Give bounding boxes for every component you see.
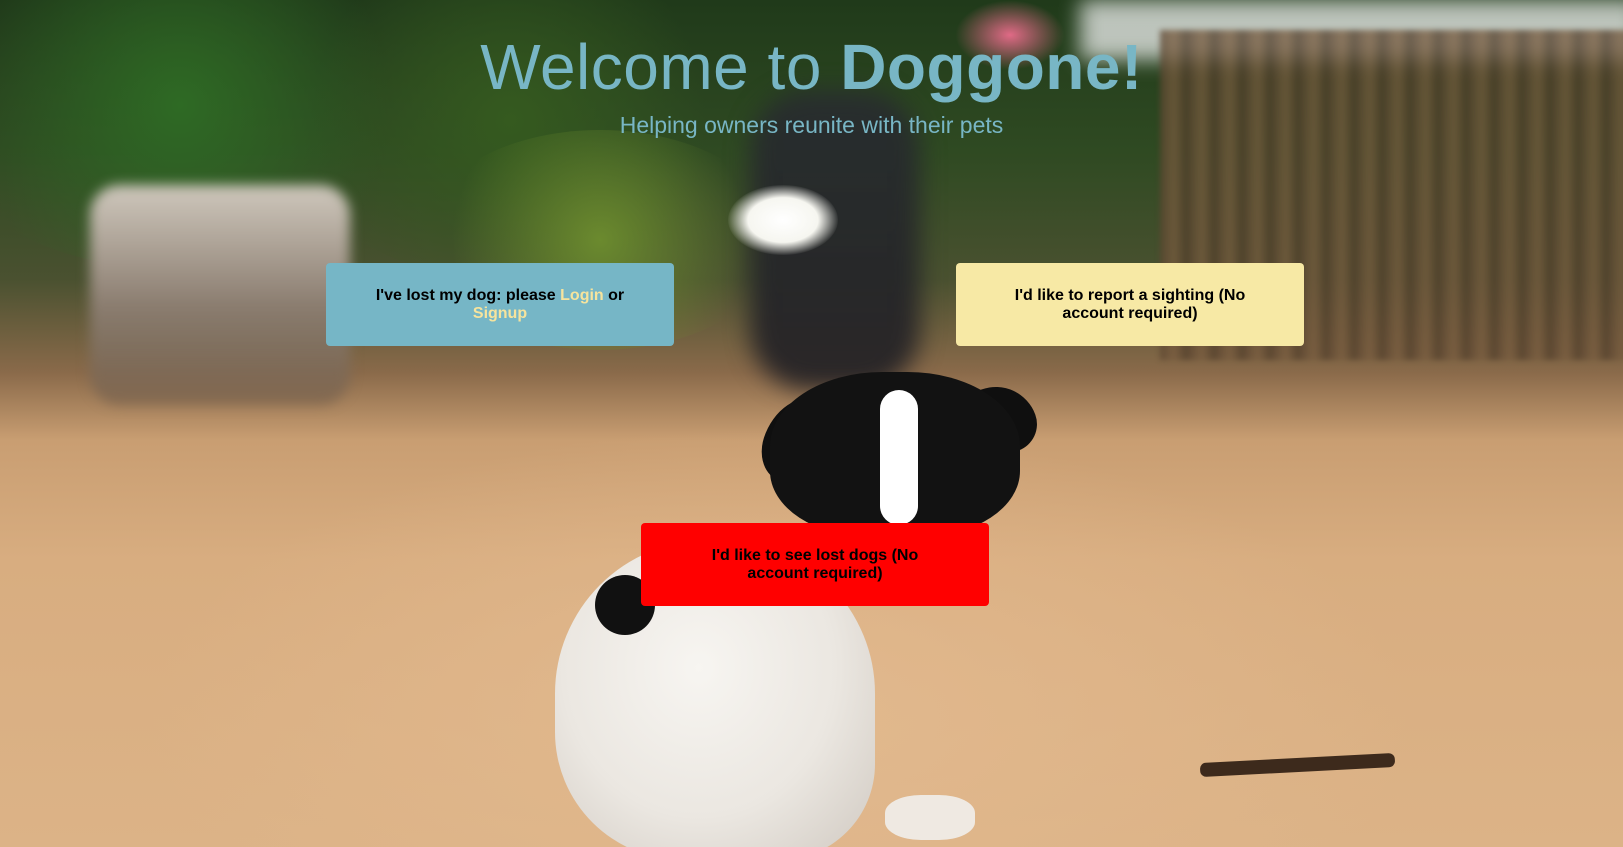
login-link[interactable]: Login	[560, 287, 604, 304]
lost-dog-text: I've lost my dog: please Login or Signup	[366, 287, 634, 323]
title-prefix: Welcome to	[480, 31, 841, 103]
see-lost-dogs-label: I'd like to see lost dogs (No account re…	[711, 546, 919, 582]
puppy-blaze	[880, 390, 918, 525]
page-header: Welcome to Doggone! Helping owners reuni…	[0, 30, 1623, 139]
background-house	[90, 185, 350, 405]
background-headlight	[728, 185, 838, 255]
signup-link[interactable]: Signup	[473, 305, 527, 322]
lost-dog-card: I've lost my dog: please Login or Signup	[326, 263, 674, 346]
report-sighting-button[interactable]: I'd like to report a sighting (No accoun…	[956, 263, 1304, 346]
page-subtitle: Helping owners reunite with their pets	[619, 112, 1004, 138]
background-stick	[1199, 752, 1396, 778]
report-sighting-label: I'd like to report a sighting (No accoun…	[1014, 286, 1246, 322]
lost-dog-connector: or	[603, 286, 625, 304]
see-lost-dogs-button[interactable]: I'd like to see lost dogs (No account re…	[641, 523, 989, 606]
brand-name: Doggone!	[840, 31, 1143, 103]
puppy-paw	[885, 795, 975, 840]
lost-dog-prefix: I've lost my dog: please	[375, 286, 561, 304]
page-title: Welcome to Doggone!	[0, 30, 1623, 104]
